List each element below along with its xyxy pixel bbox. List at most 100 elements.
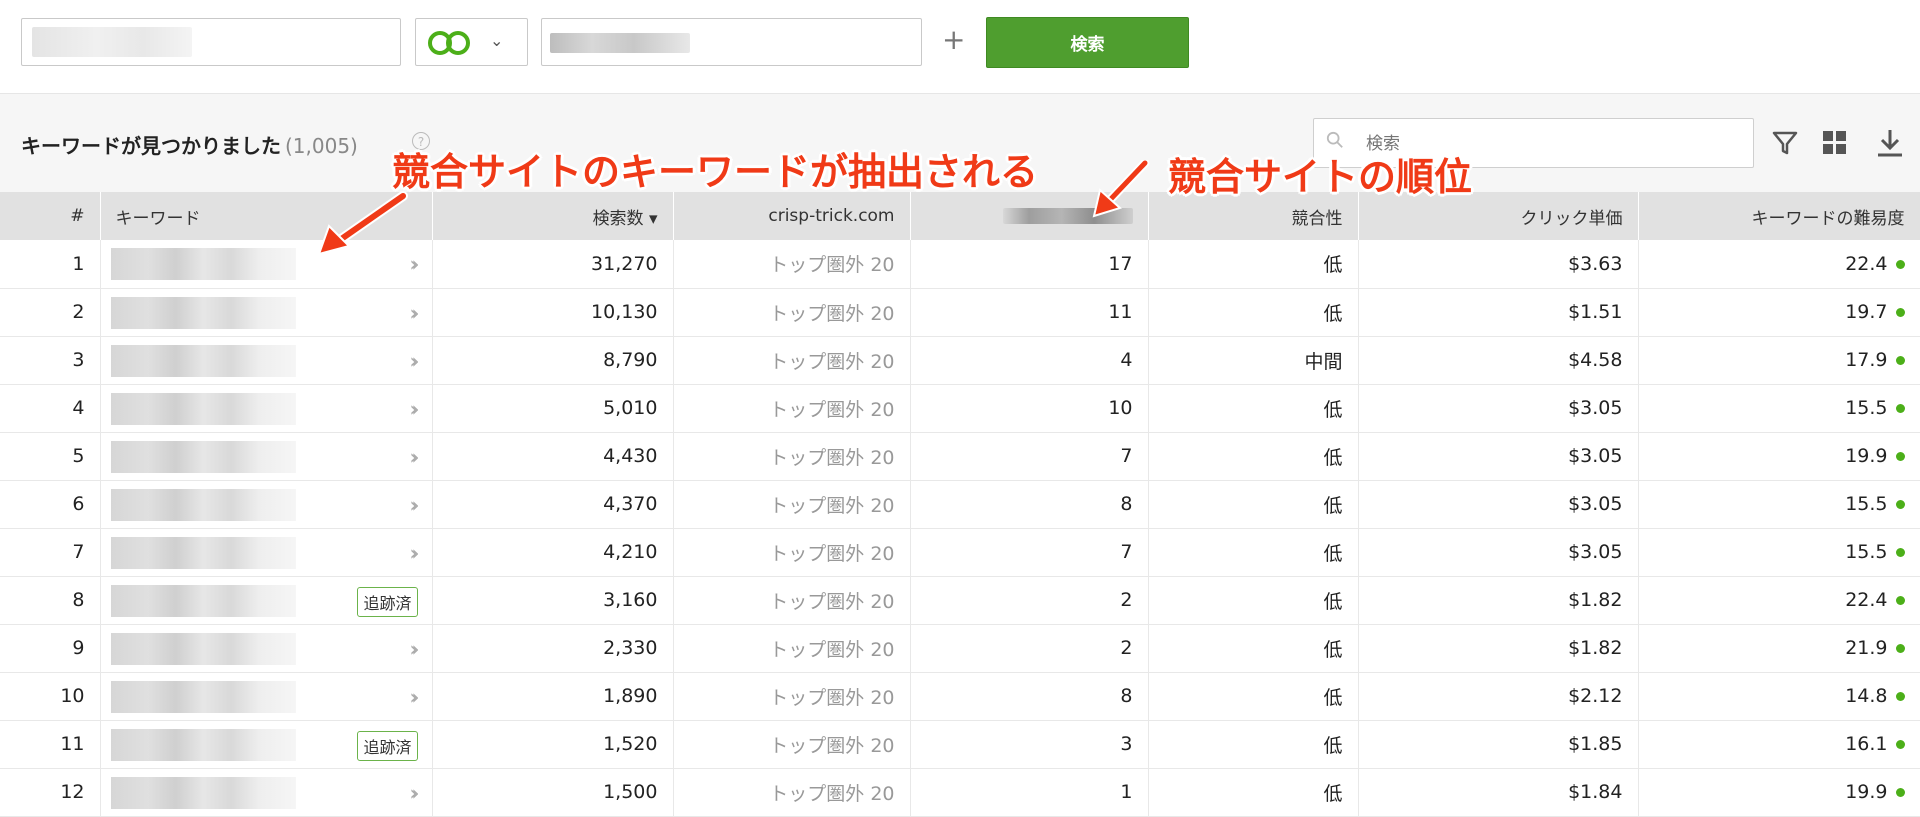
top-search-bar: ⌄ + 検索 xyxy=(0,0,1920,94)
keyword-cell[interactable]: 追跡済 xyxy=(100,576,433,625)
row-index: 2 xyxy=(0,288,101,337)
difficulty-value: 19.9 xyxy=(1845,781,1888,803)
competitor-rank-cell: 2 xyxy=(910,624,1149,673)
table-row[interactable]: 9 ›› 2,330 トップ圏外 20 2 低 $1.82 21.9 xyxy=(0,624,1920,673)
table-row[interactable]: 1 ›› 31,270 トップ圏外 20 17 低 $3.63 22.4 xyxy=(0,240,1920,289)
volume-cell: 4,210 xyxy=(432,528,674,577)
competition-cell: 低 xyxy=(1148,384,1359,433)
volume-cell: 31,270 xyxy=(432,240,674,289)
blurred-keyword xyxy=(110,392,296,425)
annotation-arrow-left xyxy=(317,191,408,256)
keyword-cell[interactable]: ›› xyxy=(100,432,433,481)
site-rank-cell: トップ圏外 20 xyxy=(673,624,911,673)
double-chevron-icon[interactable]: ›› xyxy=(410,252,420,276)
keyword-cell[interactable]: ›› xyxy=(100,384,433,433)
difficulty-value: 22.4 xyxy=(1845,252,1888,275)
blurred-domain xyxy=(32,27,192,57)
col-site[interactable]: crisp-trick.com xyxy=(673,192,911,240)
keyword-cell[interactable]: ›› xyxy=(100,480,433,529)
competitor-rank-cell: 17 xyxy=(910,240,1149,289)
cpc-cell: $3.05 xyxy=(1358,480,1639,529)
competition-cell: 低 xyxy=(1148,768,1359,817)
tracked-badge: 追跡済 xyxy=(357,730,418,761)
volume-cell: 4,370 xyxy=(432,480,674,529)
engine-select[interactable]: ⌄ xyxy=(415,18,528,66)
table-row[interactable]: 7 ›› 4,210 トップ圏外 20 7 低 $3.05 15.5 xyxy=(0,528,1920,577)
difficulty-cell: 17.9 xyxy=(1638,336,1920,385)
difficulty-dot-icon xyxy=(1895,740,1905,749)
volume-cell: 3,160 xyxy=(432,576,674,625)
double-chevron-icon[interactable]: ›› xyxy=(410,397,420,421)
volume-cell: 2,330 xyxy=(432,624,674,673)
grid-icon[interactable] xyxy=(1820,128,1850,158)
double-chevron-icon[interactable]: ›› xyxy=(410,493,420,517)
table-row[interactable]: 5 ›› 4,430 トップ圏外 20 7 低 $3.05 19.9 xyxy=(0,432,1920,481)
difficulty-cell: 15.5 xyxy=(1638,528,1920,577)
table-row[interactable]: 4 ›› 5,010 トップ圏外 20 10 低 $3.05 15.5 xyxy=(0,384,1920,433)
difficulty-cell: 15.5 xyxy=(1638,480,1920,529)
competition-cell: 中間 xyxy=(1148,336,1359,385)
site-rank-cell: トップ圏外 20 xyxy=(673,240,911,289)
blurred-competitor xyxy=(550,33,690,53)
difficulty-cell: 14.8 xyxy=(1638,672,1920,721)
domain-input[interactable] xyxy=(21,18,401,66)
keyword-cell[interactable]: ›› xyxy=(100,528,433,577)
col-index: # xyxy=(0,192,101,240)
col-volume[interactable]: 検索数 ▾ xyxy=(432,192,674,240)
competitor-rank-cell: 1 xyxy=(910,768,1149,817)
row-index: 4 xyxy=(0,384,101,433)
difficulty-cell: 21.9 xyxy=(1638,624,1920,673)
cpc-cell: $3.05 xyxy=(1358,528,1639,577)
table-row[interactable]: 3 ›› 8,790 トップ圏外 20 4 中間 $4.58 17.9 xyxy=(0,336,1920,385)
keyword-cell[interactable]: ›› xyxy=(100,336,433,385)
add-competitor-button[interactable]: + xyxy=(942,26,965,54)
keyword-cell[interactable]: ›› xyxy=(100,768,433,817)
double-chevron-icon[interactable]: ›› xyxy=(410,781,420,805)
volume-cell: 10,130 xyxy=(432,288,674,337)
double-chevron-icon[interactable]: ›› xyxy=(410,685,420,709)
blurred-keyword xyxy=(110,536,296,569)
table-row[interactable]: 10 ›› 1,890 トップ圏外 20 8 低 $2.12 14.8 xyxy=(0,672,1920,721)
filter-icon[interactable] xyxy=(1770,128,1800,158)
double-chevron-icon[interactable]: ›› xyxy=(410,301,420,325)
site-rank-cell: トップ圏外 20 xyxy=(673,336,911,385)
table-row[interactable]: 12 ›› 1,500 トップ圏外 20 1 低 $1.84 19.9 xyxy=(0,768,1920,817)
competition-cell: 低 xyxy=(1148,432,1359,481)
table-row[interactable]: 8 追跡済 3,160 トップ圏外 20 2 低 $1.82 22.4 xyxy=(0,576,1920,625)
cpc-cell: $3.05 xyxy=(1358,384,1639,433)
download-icon[interactable] xyxy=(1875,128,1905,158)
competitor-input[interactable] xyxy=(541,18,922,66)
keyword-cell[interactable]: 追跡済 xyxy=(100,720,433,769)
double-chevron-icon[interactable]: ›› xyxy=(410,637,420,661)
double-chevron-icon[interactable]: ›› xyxy=(410,541,420,565)
row-index: 1 xyxy=(0,240,101,289)
cpc-cell: $1.85 xyxy=(1358,720,1639,769)
competitor-rank-cell: 8 xyxy=(910,672,1149,721)
col-difficulty[interactable]: キーワードの難易度 xyxy=(1638,192,1920,240)
site-rank-cell: トップ圏外 20 xyxy=(673,288,911,337)
double-chevron-icon[interactable]: ›› xyxy=(410,445,420,469)
keyword-cell[interactable]: ›› xyxy=(100,288,433,337)
difficulty-cell: 22.4 xyxy=(1638,576,1920,625)
difficulty-value: 15.5 xyxy=(1845,541,1888,563)
search-button[interactable]: 検索 xyxy=(986,17,1189,68)
table-row[interactable]: 6 ›› 4,370 トップ圏外 20 8 低 $3.05 15.5 xyxy=(0,480,1920,529)
row-index: 5 xyxy=(0,432,101,481)
table-row[interactable]: 2 ›› 10,130 トップ圏外 20 11 低 $1.51 19.7 xyxy=(0,288,1920,337)
results-title-text: キーワードが見つかりました xyxy=(21,134,281,158)
row-index: 6 xyxy=(0,480,101,529)
annotation-arrow-right xyxy=(1092,160,1150,218)
keyword-cell[interactable]: ›› xyxy=(100,672,433,721)
difficulty-dot-icon xyxy=(1895,404,1905,413)
double-chevron-icon[interactable]: ›› xyxy=(410,349,420,373)
keyword-cell[interactable]: ›› xyxy=(100,624,433,673)
competitor-rank-cell: 7 xyxy=(910,432,1149,481)
blurred-keyword xyxy=(110,632,296,665)
difficulty-value: 19.9 xyxy=(1845,445,1888,467)
row-index: 7 xyxy=(0,528,101,577)
site-rank-cell: トップ圏外 20 xyxy=(673,672,911,721)
table-row[interactable]: 11 追跡済 1,520 トップ圏外 20 3 低 $1.85 16.1 xyxy=(0,720,1920,769)
difficulty-dot-icon xyxy=(1895,308,1905,317)
cpc-cell: $4.58 xyxy=(1358,336,1639,385)
site-rank-cell: トップ圏外 20 xyxy=(673,384,911,433)
